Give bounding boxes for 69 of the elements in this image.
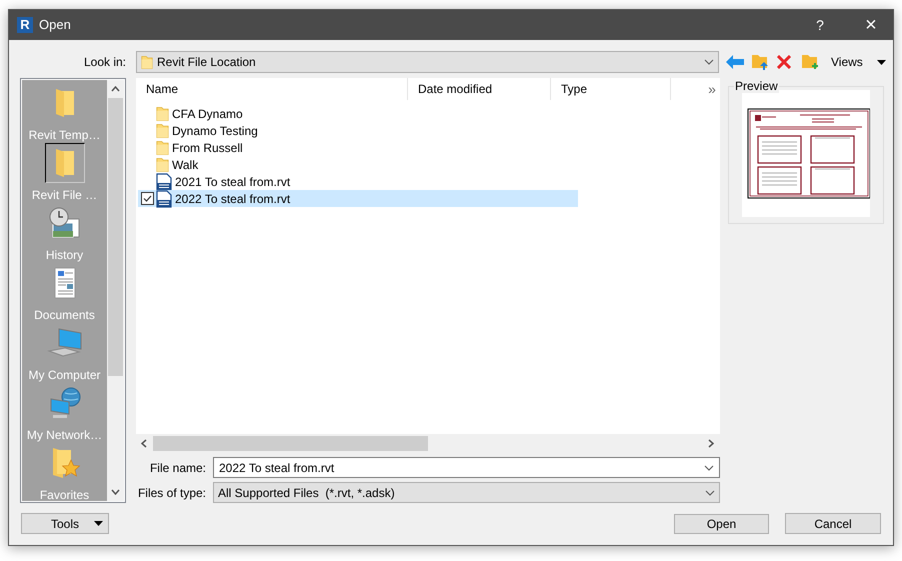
window-title: Open	[39, 16, 71, 34]
file-name: 2021 To steal from.rvt	[175, 174, 290, 190]
place-label: History	[46, 247, 84, 263]
computer-icon	[44, 327, 84, 359]
place-label: My Network…	[26, 427, 102, 443]
rvt-file-icon	[156, 172, 172, 190]
look-in-value: Revit File Location	[157, 54, 257, 71]
more-columns-button[interactable]: »	[704, 78, 720, 100]
file-row[interactable]: CFA Dynamo	[138, 105, 578, 122]
close-button[interactable]: ×	[849, 10, 893, 40]
folder-icon	[156, 106, 169, 122]
place-label: Favorites	[40, 487, 90, 503]
views-button[interactable]: Views	[831, 52, 886, 72]
file-name-field[interactable]: 2022 To steal from.rvt	[213, 457, 720, 478]
help-button[interactable]: ?	[804, 10, 836, 40]
scroll-up-icon[interactable]	[111, 86, 120, 92]
place-label: Revit Temp…	[28, 127, 100, 143]
scrollbar-thumb[interactable]	[108, 98, 123, 376]
place-label: My Computer	[28, 367, 101, 383]
file-name: CFA Dynamo	[172, 106, 243, 122]
column-header[interactable]: Type	[551, 78, 671, 100]
file-name: Walk	[172, 156, 198, 174]
column-header[interactable]: Date modified	[408, 78, 551, 100]
vertical-scrollbar[interactable]	[107, 80, 124, 501]
preview-label: Preview	[734, 79, 779, 93]
scrollbar-thumb[interactable]	[153, 436, 428, 450]
file-row[interactable]: From Russell	[138, 139, 578, 156]
dropdown-chevron-icon[interactable]	[704, 59, 714, 65]
cancel-button[interactable]: Cancel	[785, 513, 881, 534]
back-arrow-icon[interactable]	[726, 55, 744, 69]
file-row[interactable]: 2022 To steal from.rvt	[138, 190, 578, 207]
folder-icon	[156, 156, 169, 172]
folder-icon	[156, 140, 169, 156]
file-name: 2022 To steal from.rvt	[175, 190, 290, 208]
file-type-dropdown[interactable]: All Supported Files (*.rvt, *.adsk)	[213, 482, 720, 503]
file-type-value: All Supported Files (*.rvt, *.adsk)	[218, 484, 396, 502]
rvt-file-icon	[156, 190, 172, 208]
row-checkbox[interactable]	[140, 192, 154, 205]
scroll-right-icon[interactable]	[708, 438, 714, 448]
file-row[interactable]: 2021 To steal from.rvt	[138, 173, 578, 190]
delete-icon[interactable]	[777, 55, 791, 69]
look-in-label: Look in:	[82, 54, 126, 71]
file-name: From Russell	[172, 140, 243, 156]
folder-icon	[54, 147, 76, 179]
dropdown-triangle-icon	[94, 521, 103, 526]
scroll-down-icon[interactable]	[111, 489, 120, 495]
file-row[interactable]: Walk	[138, 156, 578, 173]
file-row[interactable]: Dynamo Testing	[138, 122, 578, 139]
column-header[interactable]: Name	[136, 78, 408, 100]
dropdown-chevron-icon[interactable]	[705, 490, 715, 496]
file-name-value: 2022 To steal from.rvt	[219, 460, 336, 476]
folder-icon	[54, 87, 76, 119]
open-button[interactable]: Open	[674, 514, 769, 534]
app-logo: R	[17, 17, 33, 33]
look-in-dropdown[interactable]: Revit File Location	[136, 51, 719, 73]
place-label: Revit File …	[32, 187, 98, 203]
folder-icon	[156, 122, 169, 138]
tools-button[interactable]: Tools	[21, 513, 109, 534]
dropdown-triangle-icon	[876, 60, 886, 64]
document-icon	[52, 267, 76, 299]
new-folder-icon[interactable]	[801, 53, 819, 71]
scroll-left-icon[interactable]	[141, 438, 147, 448]
folder-icon	[141, 54, 153, 70]
file-name: Dynamo Testing	[172, 122, 258, 140]
place-label: Documents	[34, 307, 95, 323]
file-type-label: Files of type:	[136, 484, 206, 502]
folder-up-icon[interactable]	[751, 53, 769, 71]
file-name-label: File name:	[148, 460, 206, 476]
dropdown-chevron-icon[interactable]	[704, 464, 714, 470]
